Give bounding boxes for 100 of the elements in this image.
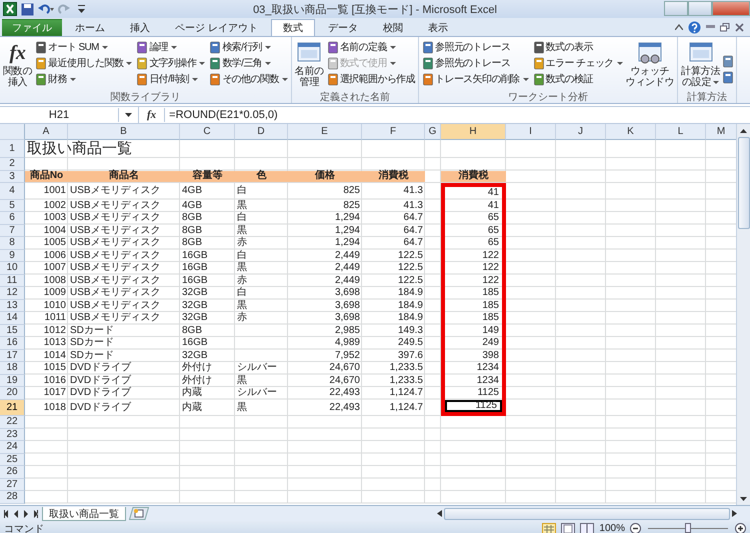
row-header[interactable]: 14: [0, 312, 25, 324]
row-header[interactable]: 28: [0, 491, 25, 504]
ribbon-button[interactable]: 名前の 管理: [294, 39, 325, 90]
column-header[interactable]: L: [656, 124, 706, 140]
ribbon-command[interactable]: 論理: [135, 39, 206, 55]
ribbon-command[interactable]: トレース矢印の削除: [421, 71, 530, 87]
ribbon-command[interactable]: その他の関数: [208, 71, 289, 87]
row-header[interactable]: 25: [0, 454, 25, 466]
active-cell[interactable]: 1125: [441, 400, 506, 416]
column-header[interactable]: I: [506, 124, 556, 140]
scroll-down-icon[interactable]: [740, 496, 747, 500]
ribbon-tab[interactable]: 数式: [270, 19, 315, 36]
row-header[interactable]: 6: [0, 212, 25, 224]
ribbon-command[interactable]: 最近使用した関数: [34, 55, 134, 71]
row-header[interactable]: 21: [0, 400, 25, 416]
zoom-level[interactable]: 100%: [599, 523, 625, 533]
name-box[interactable]: H21: [0, 108, 119, 122]
ribbon-command[interactable]: 数式の表示: [532, 39, 624, 55]
ribbon-command[interactable]: 参照元のトレース: [421, 39, 530, 55]
ribbon-tab[interactable]: ページ レイアウト: [163, 19, 270, 36]
scroll-up-icon[interactable]: [740, 128, 747, 132]
dropdown-icon[interactable]: [125, 113, 132, 117]
scroll-left-icon[interactable]: [437, 510, 442, 517]
collapse-ribbon-icon[interactable]: [675, 24, 683, 30]
row-header[interactable]: 5: [0, 200, 25, 212]
row-header[interactable]: 1: [0, 140, 25, 158]
customize-icon[interactable]: [78, 4, 85, 14]
zoom-out-icon[interactable]: [630, 523, 641, 533]
row-header[interactable]: 22: [0, 416, 25, 428]
insert-function-button[interactable]: fx: [139, 109, 164, 121]
ribbon-tab[interactable]: データ: [316, 19, 370, 36]
help-icon[interactable]: [688, 20, 701, 34]
ribbon-command[interactable]: 名前の定義: [326, 39, 416, 55]
ribbon-tab[interactable]: ファイル: [2, 19, 62, 36]
ribbon-command[interactable]: オート SUM: [34, 39, 134, 55]
column-header[interactable]: M: [706, 124, 736, 140]
row-header[interactable]: 10: [0, 262, 25, 274]
last-sheet-icon[interactable]: [31, 510, 38, 518]
ribbon-button[interactable]: ウォッチ ウィンドウ: [624, 39, 676, 90]
row-header[interactable]: 2: [0, 158, 25, 170]
spreadsheet-icon[interactable]: [3, 2, 17, 16]
row-header[interactable]: 23: [0, 428, 25, 441]
ribbon-command[interactable]: 文字列操作: [135, 55, 206, 71]
column-header[interactable]: G: [425, 124, 441, 140]
column-header[interactable]: J: [556, 124, 606, 140]
scrollbar-thumb[interactable]: [738, 137, 750, 229]
ribbon-button[interactable]: fx 関数の 挿入: [2, 39, 34, 90]
ribbon-command[interactable]: 日付/時刻: [135, 71, 206, 87]
row-header[interactable]: 18: [0, 362, 25, 374]
ribbon-command[interactable]: 参照先のトレース: [421, 55, 530, 71]
column-header[interactable]: E: [288, 124, 362, 140]
save-icon[interactable]: [21, 2, 34, 16]
ribbon-command[interactable]: 数学/三角: [208, 55, 289, 71]
column-header[interactable]: C: [180, 124, 235, 140]
scrollbar-thumb[interactable]: [444, 508, 730, 520]
ribbon-command[interactable]: 数式の検証: [532, 71, 624, 87]
restore-icon[interactable]: [720, 22, 730, 32]
zoom-slider[interactable]: [685, 523, 691, 533]
ribbon-tab[interactable]: 挿入: [118, 19, 162, 36]
page-layout-icon[interactable]: [561, 522, 576, 533]
row-header[interactable]: 7: [0, 224, 25, 237]
row-header[interactable]: 9: [0, 250, 25, 262]
row-header[interactable]: 20: [0, 387, 25, 400]
ribbon-tab[interactable]: 校閲: [370, 19, 415, 36]
ribbon-tab[interactable]: ホーム: [63, 19, 117, 36]
formula-field[interactable]: =ROUND(E21*0.05,0): [164, 108, 750, 122]
row-header[interactable]: 17: [0, 350, 25, 362]
row-header[interactable]: 27: [0, 478, 25, 491]
row-header[interactable]: 13: [0, 300, 25, 312]
minimize-icon[interactable]: [706, 25, 715, 29]
normal-view-icon[interactable]: [542, 522, 556, 533]
row-header[interactable]: 19: [0, 374, 25, 387]
column-header[interactable]: B: [68, 124, 180, 140]
sheet-tab[interactable]: 取扱い商品一覧: [42, 506, 126, 520]
row-header[interactable]: 16: [0, 337, 25, 350]
ribbon-command[interactable]: 検索/行列: [208, 39, 289, 55]
column-header[interactable]: K: [606, 124, 656, 140]
new-sheet-icon[interactable]: [129, 507, 149, 520]
column-header[interactable]: A: [25, 124, 68, 140]
previous-sheet-icon[interactable]: [13, 510, 20, 518]
row-header[interactable]: 26: [0, 466, 25, 478]
column-header[interactable]: H: [441, 124, 506, 140]
row-header[interactable]: 3: [0, 170, 25, 183]
ribbon-command[interactable]: 財務: [34, 71, 134, 87]
ribbon-button[interactable]: 計算方法 の設定: [680, 39, 721, 90]
ribbon-command[interactable]: 選択範囲から作成: [326, 71, 416, 87]
close-icon[interactable]: [735, 22, 744, 32]
zoom-in-icon[interactable]: [735, 523, 746, 533]
undo-icon[interactable]: [38, 3, 54, 15]
next-sheet-icon[interactable]: [22, 510, 29, 518]
row-header[interactable]: 11: [0, 274, 25, 287]
ribbon-command[interactable]: エラー チェック: [532, 55, 624, 71]
row-header[interactable]: 8: [0, 237, 25, 250]
row-header[interactable]: 24: [0, 441, 25, 454]
row-header[interactable]: 15: [0, 324, 25, 337]
column-header[interactable]: D: [235, 124, 288, 140]
scroll-right-icon[interactable]: [732, 510, 737, 517]
ribbon-tab[interactable]: 表示: [416, 19, 460, 36]
row-header[interactable]: 4: [0, 183, 25, 200]
page-break-icon[interactable]: [580, 522, 594, 533]
